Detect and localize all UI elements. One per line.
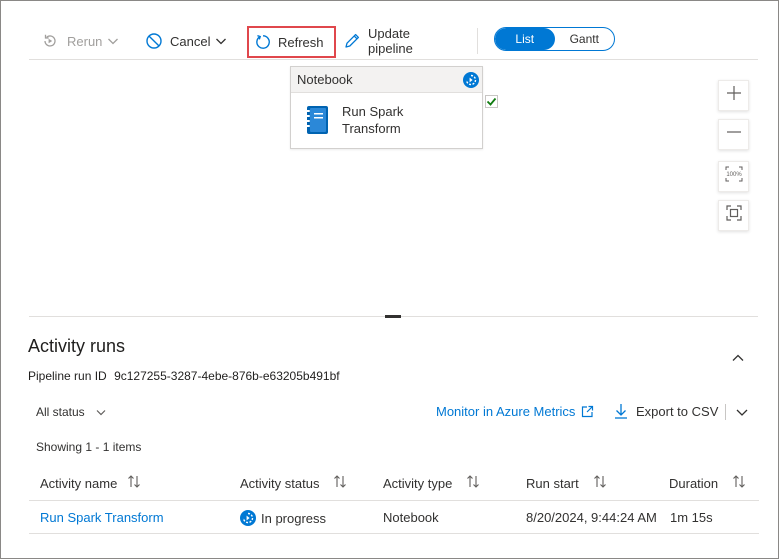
monitor-azure-metrics-link[interactable]: Monitor in Azure Metrics: [436, 404, 594, 419]
chevron-down-icon[interactable]: [735, 405, 749, 419]
download-icon: [614, 403, 628, 419]
fit-to-screen-icon: [725, 205, 742, 226]
pipeline-run-id-value: 9c127255-3287-4ebe-876b-e63205b491bf: [114, 369, 340, 383]
rerun-button[interactable]: Rerun: [41, 24, 119, 58]
in-progress-icon: [240, 510, 256, 526]
column-label: Run start: [526, 475, 579, 491]
splitter-handle[interactable]: [385, 315, 401, 318]
activity-status-cell: In progress: [240, 510, 326, 526]
column-header-activity-type[interactable]: Activity type: [383, 475, 480, 491]
in-progress-icon: [463, 72, 479, 88]
column-header-activity-name[interactable]: Activity name: [40, 475, 141, 491]
zoom-out-button[interactable]: [718, 119, 749, 150]
column-label: Activity type: [383, 475, 453, 491]
notebook-icon: [304, 105, 330, 135]
zoom-100-icon: 100%: [725, 166, 743, 187]
toolbar-divider: [29, 59, 758, 60]
monitor-link-label: Monitor in Azure Metrics: [436, 404, 576, 419]
pipeline-run-id: Pipeline run ID 9c127255-3287-4ebe-876b-…: [28, 369, 340, 383]
list-view-option[interactable]: List: [495, 28, 555, 50]
export-label: Export to CSV: [636, 403, 719, 419]
success-checkbox-icon: [485, 95, 498, 108]
duration-cell: 1m 15s: [670, 510, 713, 525]
zoom-100-button[interactable]: 100%: [718, 161, 749, 192]
export-separator: [725, 404, 726, 420]
column-header-run-start[interactable]: Run start: [526, 475, 607, 491]
chevron-up-icon[interactable]: [730, 350, 746, 366]
gantt-view-option[interactable]: Gantt: [555, 28, 615, 50]
pipeline-run-window: Rerun Cancel Refresh Update pipeline Lis…: [0, 0, 779, 559]
column-header-activity-status[interactable]: Activity status: [240, 475, 347, 491]
activity-card[interactable]: Notebook Run Spark Transform: [290, 66, 483, 149]
zoom-100-label: 100%: [726, 172, 742, 178]
external-link-icon: [581, 405, 594, 418]
toolbar-separator: [477, 28, 478, 54]
activity-type-cell: Notebook: [383, 510, 439, 525]
table-header-divider: [29, 500, 759, 501]
zoom-in-button[interactable]: [718, 80, 749, 111]
activity-name-line1: Run Spark: [342, 104, 404, 119]
status-filter-dropdown[interactable]: All status: [36, 405, 107, 419]
column-label: Activity status: [240, 475, 320, 491]
cancel-button[interactable]: Cancel: [145, 24, 227, 58]
refresh-button[interactable]: Refresh: [247, 26, 336, 58]
activity-type-label: Notebook: [297, 72, 353, 87]
table-row-divider: [29, 533, 759, 534]
showing-items-text: Showing 1 - 1 items: [36, 440, 142, 454]
cancel-label: Cancel: [170, 33, 211, 49]
fit-to-screen-button[interactable]: [718, 200, 749, 231]
activity-name-link[interactable]: Run Spark Transform: [40, 510, 164, 525]
zoom-out-icon: [726, 124, 742, 145]
chevron-down-icon: [107, 35, 119, 47]
column-label: Activity name: [40, 475, 118, 491]
rerun-label: Rerun: [67, 33, 103, 49]
activity-name-line2: Transform: [342, 121, 401, 136]
activity-runs-title: Activity runs: [28, 336, 126, 356]
cancel-icon: [145, 32, 163, 50]
sort-icon: [466, 475, 480, 491]
sort-icon: [333, 475, 347, 491]
rerun-icon: [41, 32, 59, 50]
update-pipeline-label: Update pipeline: [368, 26, 413, 56]
activity-status-text: In progress: [261, 510, 327, 526]
activity-card-header: Notebook: [291, 67, 482, 93]
activity-name: Run Spark Transform: [342, 103, 403, 137]
update-pipeline-button[interactable]: Update pipeline: [343, 24, 413, 58]
export-csv-button[interactable]: Export to CSV: [614, 403, 718, 419]
column-label: Duration: [669, 475, 719, 491]
pencil-icon: [343, 32, 361, 50]
status-filter-label: All status: [36, 405, 85, 419]
zoom-in-icon: [726, 85, 742, 106]
chevron-down-icon: [95, 406, 107, 418]
refresh-label: Refresh: [278, 34, 324, 50]
run-start-cell: 8/20/2024, 9:44:24 AM: [526, 510, 657, 525]
sort-icon: [593, 475, 607, 491]
sort-icon: [127, 475, 141, 491]
pipeline-run-id-label: Pipeline run ID: [28, 369, 107, 383]
refresh-icon: [254, 33, 272, 51]
view-toggle[interactable]: List Gantt: [494, 27, 615, 51]
activity-card-body: Run Spark Transform: [291, 93, 482, 137]
chevron-down-icon: [215, 35, 227, 47]
sort-icon: [732, 475, 746, 491]
column-header-duration[interactable]: Duration: [669, 475, 746, 491]
